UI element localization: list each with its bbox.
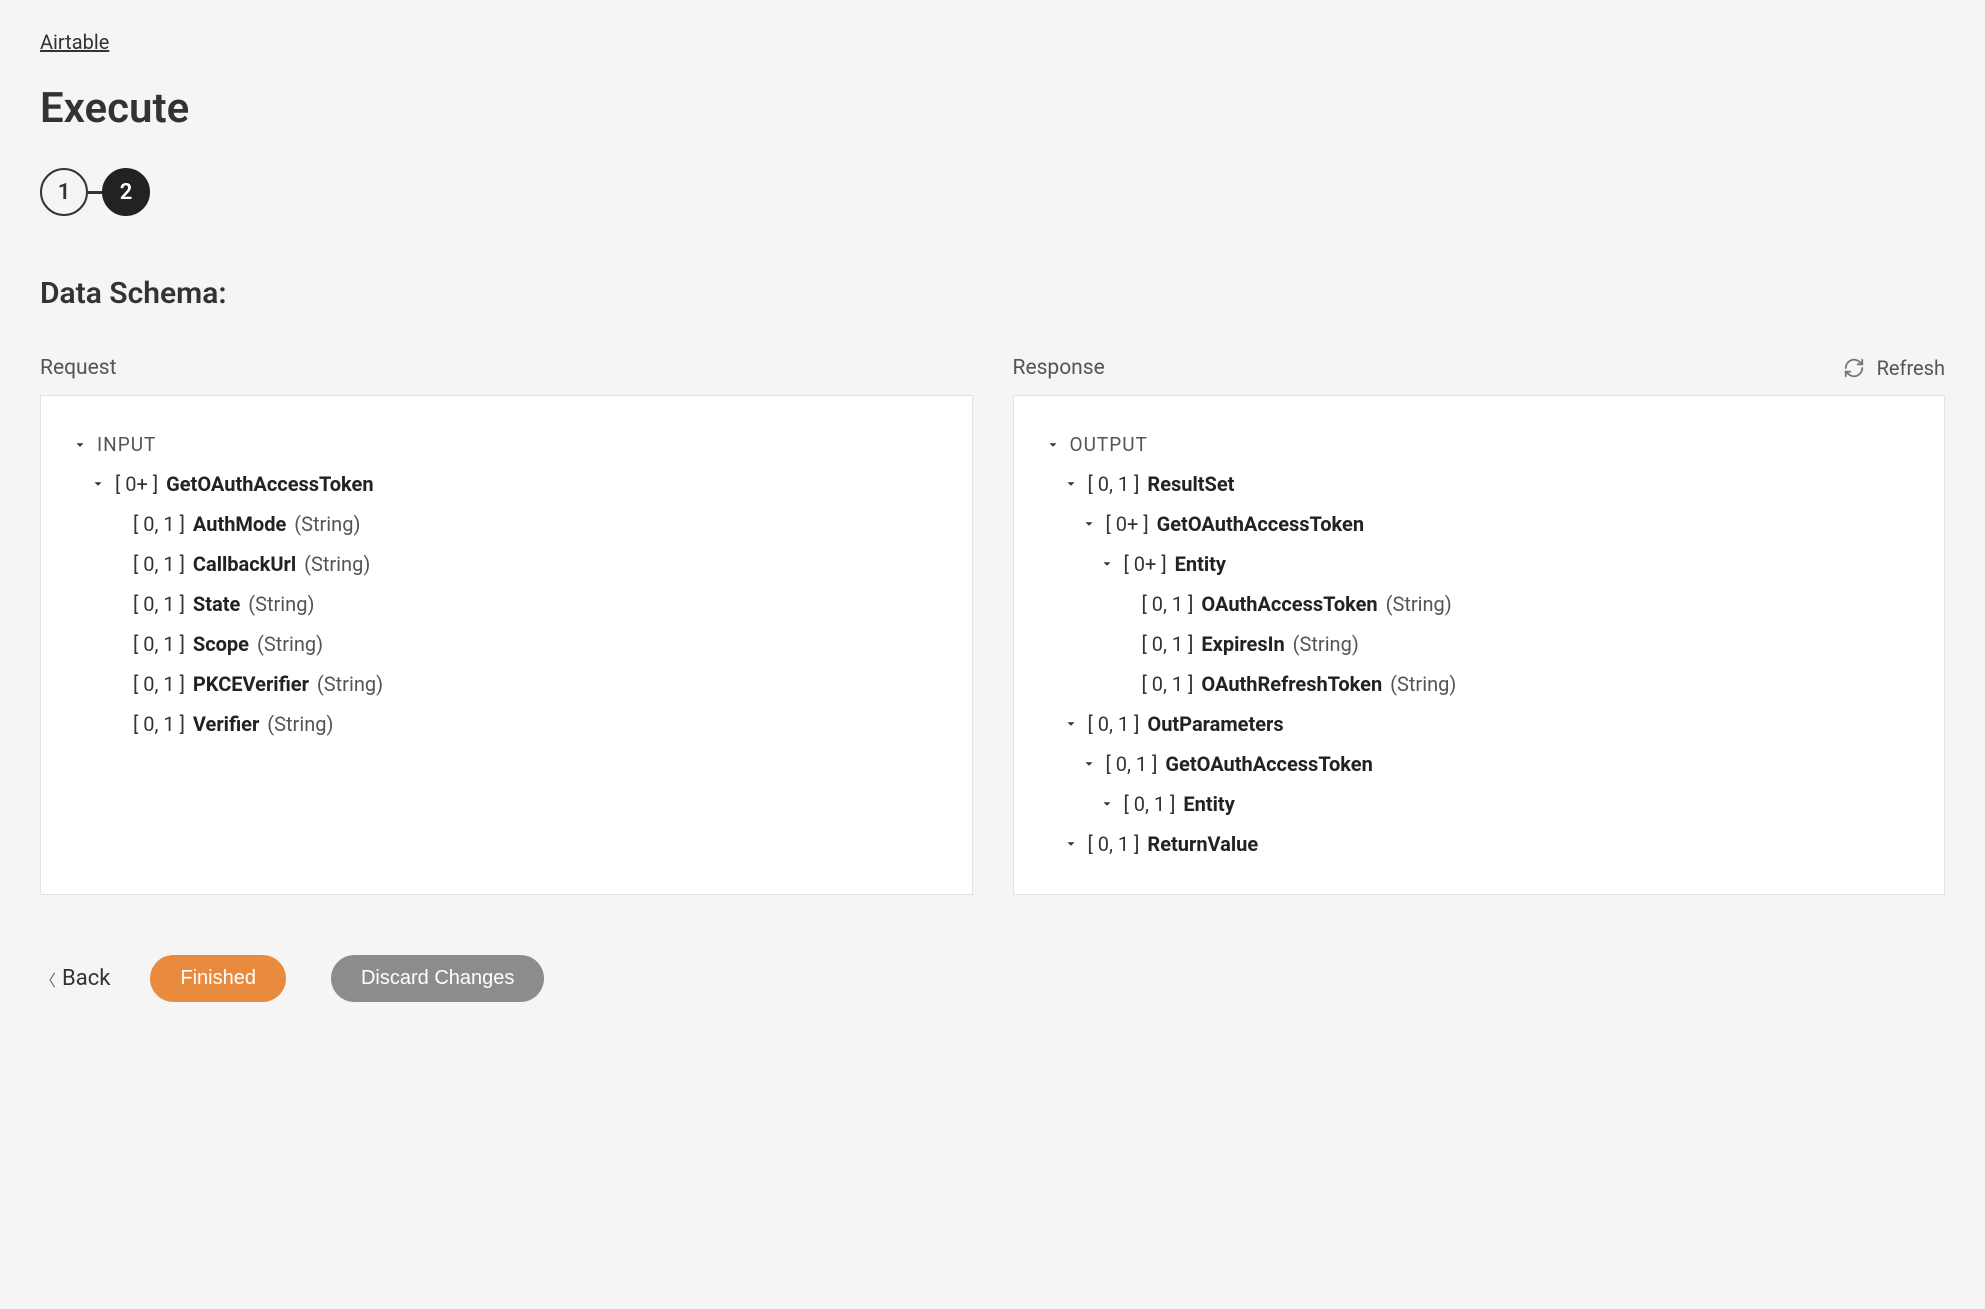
tree-node-op-getoauthaccesstoken[interactable]: [ 0, 1 ] GetOAuthAccessToken: [1044, 744, 1915, 784]
refresh-button[interactable]: Refresh: [1843, 356, 1945, 380]
step-1[interactable]: 1: [40, 168, 88, 216]
tree-node-resultset[interactable]: [ 0, 1 ] ResultSet: [1044, 464, 1915, 504]
tree-leaf[interactable]: [ 0, 1 ] AuthMode (String): [71, 504, 942, 544]
tree-leaf[interactable]: [ 0, 1 ] State (String): [71, 584, 942, 624]
discard-changes-button[interactable]: Discard Changes: [331, 955, 544, 1002]
root-label: INPUT: [97, 430, 156, 460]
refresh-label: Refresh: [1877, 356, 1945, 380]
breadcrumb-link[interactable]: Airtable: [40, 30, 109, 54]
node-type: (String): [304, 548, 370, 580]
chevron-down-icon[interactable]: [1098, 797, 1116, 811]
cardinality: [ 0, 1 ]: [1142, 628, 1194, 660]
cardinality: [ 0, 1 ]: [1142, 668, 1194, 700]
node-name: OAuthAccessToken: [1201, 588, 1377, 620]
chevron-down-icon[interactable]: [1098, 557, 1116, 571]
cardinality: [ 0, 1 ]: [133, 508, 185, 540]
node-type: (String): [267, 708, 333, 740]
tree-node-rs-entity[interactable]: [ 0+ ] Entity: [1044, 544, 1915, 584]
back-label: Back: [62, 966, 110, 991]
node-name: Entity: [1175, 548, 1226, 580]
chevron-down-icon[interactable]: [1080, 517, 1098, 531]
tree-node-outparameters[interactable]: [ 0, 1 ] OutParameters: [1044, 704, 1915, 744]
tree-leaf[interactable]: [ 0, 1 ] OAuthRefreshToken (String): [1044, 664, 1915, 704]
node-name: GetOAuthAccessToken: [166, 468, 373, 500]
tree-leaf[interactable]: [ 0, 1 ] PKCEVerifier (String): [71, 664, 942, 704]
response-panel: OUTPUT [ 0, 1 ] ResultSet [ 0+ ] GetOAut…: [1013, 395, 1946, 895]
node-name: CallbackUrl: [193, 548, 296, 580]
chevron-left-icon: 〈: [40, 967, 56, 991]
tree-leaf[interactable]: [ 0, 1 ] ExpiresIn (String): [1044, 624, 1915, 664]
stepper: 1 2: [40, 168, 1945, 216]
cardinality: [ 0, 1 ]: [133, 588, 185, 620]
tree-leaf[interactable]: [ 0, 1 ] CallbackUrl (String): [71, 544, 942, 584]
node-type: (String): [1390, 668, 1456, 700]
tree-node-rs-getoauthaccesstoken[interactable]: [ 0+ ] GetOAuthAccessToken: [1044, 504, 1915, 544]
tree-node-getoauthaccesstoken[interactable]: [ 0+ ] GetOAuthAccessToken: [71, 464, 942, 504]
tree-leaf[interactable]: [ 0, 1 ] OAuthAccessToken (String): [1044, 584, 1915, 624]
cardinality: [ 0+ ]: [1124, 548, 1167, 580]
response-header: Response: [1013, 356, 1843, 380]
request-header: Request: [40, 356, 973, 380]
node-name: OutParameters: [1147, 708, 1283, 740]
refresh-icon: [1843, 357, 1865, 379]
node-type: (String): [294, 508, 360, 540]
node-name: PKCEVerifier: [193, 668, 309, 700]
request-panel: INPUT [ 0+ ] GetOAuthAccessToken [ 0, 1 …: [40, 395, 973, 895]
node-name: AuthMode: [193, 508, 286, 540]
node-name: Verifier: [193, 708, 259, 740]
node-name: GetOAuthAccessToken: [1157, 508, 1364, 540]
chevron-down-icon[interactable]: [1062, 837, 1080, 851]
node-type: (String): [257, 628, 323, 660]
cardinality: [ 0, 1 ]: [133, 628, 185, 660]
cardinality: [ 0, 1 ]: [1088, 708, 1140, 740]
back-button[interactable]: 〈 Back: [40, 966, 110, 991]
tree-leaf[interactable]: [ 0, 1 ] Verifier (String): [71, 704, 942, 744]
cardinality: [ 0+ ]: [115, 468, 158, 500]
cardinality: [ 0, 1 ]: [133, 668, 185, 700]
section-title: Data Schema:: [40, 276, 1945, 311]
tree-root-input[interactable]: INPUT: [71, 426, 942, 464]
node-name: Scope: [193, 628, 249, 660]
chevron-down-icon[interactable]: [89, 477, 107, 491]
cardinality: [ 0+ ]: [1106, 508, 1149, 540]
tree-node-returnvalue[interactable]: [ 0, 1 ] ReturnValue: [1044, 824, 1915, 864]
cardinality: [ 0, 1 ]: [133, 708, 185, 740]
tree-root-output[interactable]: OUTPUT: [1044, 426, 1915, 464]
chevron-down-icon[interactable]: [1044, 438, 1062, 452]
node-name: OAuthRefreshToken: [1201, 668, 1382, 700]
node-type: (String): [248, 588, 314, 620]
node-name: ReturnValue: [1147, 828, 1258, 860]
chevron-down-icon[interactable]: [1080, 757, 1098, 771]
root-label: OUTPUT: [1070, 430, 1148, 460]
chevron-down-icon[interactable]: [1062, 717, 1080, 731]
node-type: (String): [1293, 628, 1359, 660]
chevron-down-icon[interactable]: [71, 438, 89, 452]
cardinality: [ 0, 1 ]: [1142, 588, 1194, 620]
node-name: Entity: [1183, 788, 1234, 820]
step-connector: [88, 191, 102, 194]
tree-node-op-entity[interactable]: [ 0, 1 ] Entity: [1044, 784, 1915, 824]
chevron-down-icon[interactable]: [1062, 477, 1080, 491]
node-type: (String): [317, 668, 383, 700]
cardinality: [ 0, 1 ]: [1088, 468, 1140, 500]
step-2[interactable]: 2: [102, 168, 150, 216]
node-name: GetOAuthAccessToken: [1165, 748, 1372, 780]
page-title: Execute: [40, 84, 1945, 133]
cardinality: [ 0, 1 ]: [1106, 748, 1158, 780]
cardinality: [ 0, 1 ]: [1124, 788, 1176, 820]
finished-button[interactable]: Finished: [150, 955, 286, 1002]
node-name: ResultSet: [1147, 468, 1234, 500]
node-type: (String): [1386, 588, 1452, 620]
cardinality: [ 0, 1 ]: [133, 548, 185, 580]
tree-leaf[interactable]: [ 0, 1 ] Scope (String): [71, 624, 942, 664]
node-name: ExpiresIn: [1201, 628, 1284, 660]
node-name: State: [193, 588, 240, 620]
cardinality: [ 0, 1 ]: [1088, 828, 1140, 860]
